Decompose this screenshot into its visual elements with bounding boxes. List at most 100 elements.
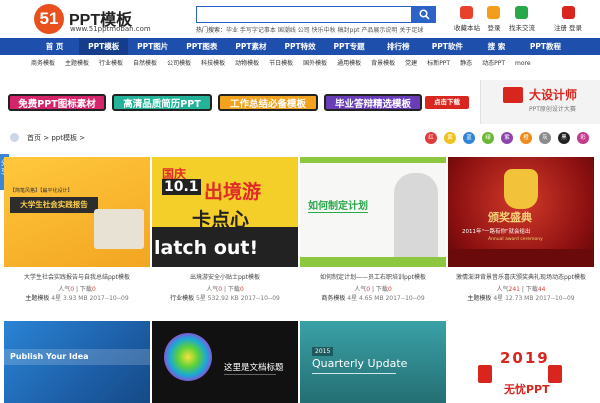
nav-ppt-topics[interactable]: PPT专题 — [325, 38, 374, 55]
nav-ppt-effects[interactable]: PPT特效 — [275, 38, 324, 55]
subnav-item[interactable]: 背景模板 — [366, 58, 400, 70]
card-thumbnail[interactable]: 如何制定计划 — [300, 157, 446, 267]
color-filter-green[interactable]: 绿 — [482, 132, 494, 144]
card-meta: 行业模板 5星 532.92 KB 2017--10--09 — [170, 295, 280, 302]
color-filter-orange[interactable]: 橙 — [520, 132, 532, 144]
hot-terms[interactable]: 毕业 手写字记事本 国潮线 公司 快乐中秋 稿封ppt 产品展示说明 关于足球 — [226, 27, 423, 34]
banner-download-button[interactable]: 点击下载 — [425, 96, 469, 109]
card-category[interactable]: 行业模板 — [170, 295, 194, 302]
trophy-icon — [504, 169, 538, 209]
card-thumbnail[interactable]: 颁奖盛典 2011年"一路有你"就会给出 Annual award ceremo… — [448, 157, 594, 267]
subnav-item[interactable]: 标新PPT — [422, 58, 455, 70]
subnav-item[interactable]: 行业模板 — [94, 58, 128, 70]
thumb-bottom-bar — [300, 257, 446, 267]
logo-url: www.51pptmoban.com — [70, 25, 151, 33]
nav-ppt-software[interactable]: PPT软件 — [423, 38, 472, 55]
template-card[interactable]: 这里是文档标题 — [152, 321, 298, 403]
search-input[interactable] — [196, 6, 412, 23]
subnav-more[interactable]: more — [510, 58, 536, 70]
contest-banner[interactable]: 大设计师 PPT原创设计大赛 — [480, 80, 600, 124]
color-filter-purple[interactable]: 紫 — [501, 132, 513, 144]
card-title[interactable]: 激情澎湃背景音乐喜庆颁奖典礼现场动态ppt模板 — [448, 272, 594, 281]
subnav-item[interactable]: 党建 — [400, 58, 422, 70]
subnav-item[interactable]: 节日模板 — [264, 58, 298, 70]
thumb-stage — [448, 249, 594, 267]
card-stats: 人气0 | 下载0 — [354, 286, 392, 293]
breadcrumb-current[interactable]: ppt模板 — [51, 134, 77, 142]
card-stats: 人气0 | 下载0 — [206, 286, 244, 293]
breadcrumb-home[interactable]: 首页 — [27, 134, 41, 142]
banner-pill-summary[interactable]: 工作总结必备模板 — [218, 94, 318, 111]
thumb-person — [394, 173, 438, 263]
card-category[interactable]: 主题模板 — [25, 295, 49, 302]
card-thumbnail[interactable]: 2019 无忧PPT — [448, 321, 594, 403]
template-card[interactable]: 如何制定计划 如何制定计划——员工右职培训ppt模板 人气0 | 下载0 商务模… — [300, 157, 446, 307]
template-card[interactable]: 国庆 10.1 出境游 卡点心 latch out! 出境游安全小贴士ppt模板… — [152, 157, 298, 307]
card-title[interactable]: 出境游安全小贴士ppt模板 — [152, 272, 298, 281]
banner-pill-resume[interactable]: 高清品质简历PPT — [112, 94, 212, 111]
template-card[interactable]: 2015 Quarterly Update — [300, 321, 446, 403]
ppt-logo-icon — [503, 87, 523, 103]
template-card[interactable]: 2019 无忧PPT — [448, 321, 594, 403]
subnav-item[interactable]: 主题模板 — [60, 58, 94, 70]
hot-searches: 热门搜索：毕业 手写字记事本 国潮线 公司 快乐中秋 稿封ppt 产品展示说明 … — [196, 25, 423, 34]
subnav-item[interactable]: 国外模板 — [298, 58, 332, 70]
subnav-item[interactable]: 静态 — [455, 58, 477, 70]
subnav-item[interactable]: 科技模板 — [196, 58, 230, 70]
nav-ppt-charts[interactable]: PPT图表 — [177, 38, 226, 55]
logo-mark[interactable]: 51 — [34, 4, 64, 34]
thumb-heading: Publish Your Idea — [10, 352, 89, 361]
subnav-item[interactable]: 商务模板 — [26, 58, 60, 70]
bookmark-icon[interactable] — [460, 6, 473, 19]
thumb-heading: Quarterly Update — [312, 357, 408, 370]
card-title[interactable]: 大学生社会实践报告与自我总结ppt模板 — [4, 272, 150, 281]
banner-pill-icons[interactable]: 免费PPT图标素材 — [8, 94, 106, 111]
thumb-heading: 这里是文档标题 — [224, 363, 284, 373]
nav-rankings[interactable]: 排行榜 — [374, 38, 423, 55]
lantern-icon — [548, 365, 562, 383]
subnav-item[interactable]: 自然模板 — [128, 58, 162, 70]
color-filter-black[interactable]: 黑 — [558, 132, 570, 144]
subnav-item[interactable]: 动态PPT — [477, 58, 510, 70]
register-icon[interactable] — [562, 6, 575, 19]
register-link[interactable]: 注册 登录 — [550, 22, 586, 32]
thumb-illustration — [94, 209, 144, 249]
color-filter-multi[interactable]: 彩 — [577, 132, 589, 144]
nav-ppt-templates[interactable]: PPT模板 — [79, 38, 129, 55]
color-filter-blue[interactable]: 蓝 — [463, 132, 475, 144]
template-card[interactable]: 【简笔风格】【扁平化设计】 大学生社会实践报告 大学生社会实践报告与自我总结pp… — [4, 157, 150, 307]
banner-pill-graduation[interactable]: 毕业答辩精选模板 — [324, 94, 422, 111]
card-thumbnail[interactable]: 这里是文档标题 — [152, 321, 298, 403]
login-icon[interactable] — [487, 6, 500, 19]
subnav-item[interactable]: 公司模板 — [162, 58, 196, 70]
template-card[interactable]: 颁奖盛典 2011年"一路有你"就会给出 Annual award ceremo… — [448, 157, 594, 307]
nav-ppt-images[interactable]: PPT图片 — [128, 38, 177, 55]
thumb-heading: 如何制定计划 — [308, 201, 368, 212]
card-thumbnail[interactable]: 国庆 10.1 出境游 卡点心 latch out! — [152, 157, 298, 267]
nav-ppt-materials[interactable]: PPT素材 — [226, 38, 275, 55]
community-link[interactable]: 找未交流 — [504, 22, 540, 32]
chat-icon[interactable] — [515, 6, 528, 19]
search-icon — [418, 9, 430, 20]
color-filter-gray[interactable]: 灰 — [539, 132, 551, 144]
thumb-sub2: Annual award ceremony — [488, 237, 543, 242]
nav-ppt-tutorials[interactable]: PPT教程 — [521, 38, 570, 55]
thumb-tag: 【简笔风格】【扁平化设计】 — [10, 188, 73, 194]
subnav-item[interactable]: 通用模板 — [332, 58, 366, 70]
color-filter-red[interactable]: 红 — [425, 132, 437, 144]
card-thumbnail[interactable]: 2015 Quarterly Update — [300, 321, 446, 403]
search-button[interactable] — [412, 6, 436, 23]
card-category[interactable]: 主题模板 — [467, 295, 491, 302]
card-category[interactable]: 商务模板 — [321, 295, 345, 302]
card-thumbnail[interactable]: 【简笔风格】【扁平化设计】 大学生社会实践报告 — [4, 157, 150, 267]
nav-home[interactable]: 首 页 — [30, 38, 79, 55]
color-filter-yellow[interactable]: 黄 — [444, 132, 456, 144]
thumb-line3: 卡点心 — [192, 209, 250, 231]
card-thumbnail[interactable]: Publish Your Idea — [4, 321, 150, 403]
thumb-orb — [164, 333, 212, 381]
card-meta: 主题模板 4星 12.73 MB 2017--10--09 — [467, 295, 575, 302]
nav-search[interactable]: 搜 索 — [472, 38, 521, 55]
card-title[interactable]: 如何制定计划——员工右职培训ppt模板 — [300, 272, 446, 281]
subnav-item[interactable]: 动物模板 — [230, 58, 264, 70]
template-card[interactable]: Publish Your Idea — [4, 321, 150, 403]
